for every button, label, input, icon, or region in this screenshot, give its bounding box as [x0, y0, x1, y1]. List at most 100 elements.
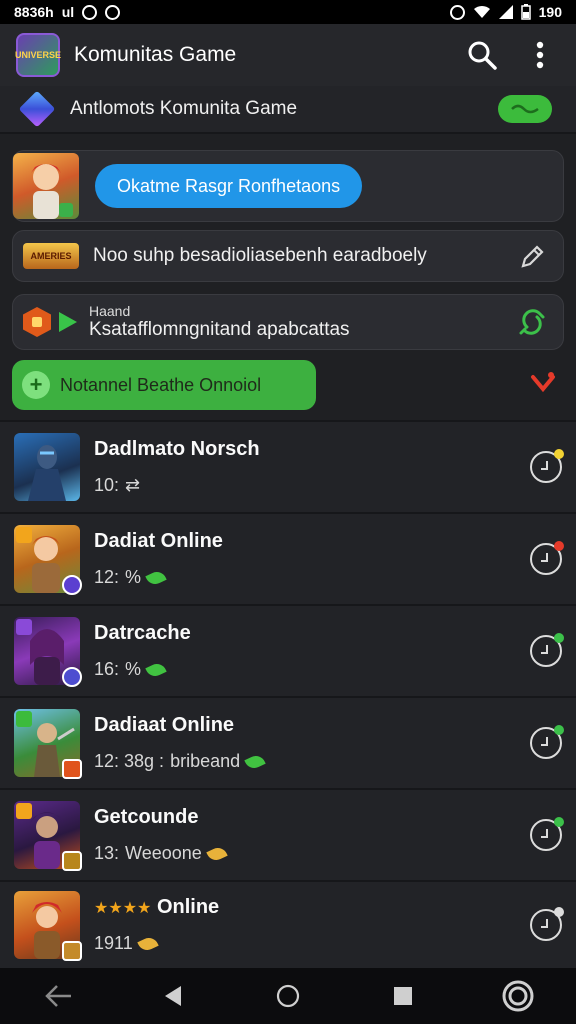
status-right: 190	[449, 4, 562, 20]
alarm-icon	[449, 4, 465, 20]
recents-icon	[394, 987, 413, 1005]
link-icon[interactable]	[517, 307, 547, 337]
activity-card[interactable]: Haand Ksatafflomngnitand apabcattas	[12, 294, 564, 350]
list-item-title: Dadiat Online	[94, 530, 223, 552]
battery-level: 190	[538, 4, 562, 20]
game-avatar	[13, 153, 79, 219]
notification-card[interactable]: AMERIES Noo suhp besadioliasebenh earadb…	[12, 230, 564, 282]
leaf-icon	[145, 660, 167, 679]
clock-icon[interactable]	[530, 907, 564, 941]
edit-icon[interactable]	[519, 242, 547, 270]
list-item-extra: bribeand	[170, 751, 241, 771]
more-options-button[interactable]	[520, 35, 560, 75]
more-vert-icon	[536, 41, 544, 69]
home-icon	[276, 984, 300, 1008]
leaf-icon	[206, 844, 228, 863]
list-item-time: 1911	[94, 933, 133, 953]
status-time: 8836h	[14, 4, 54, 20]
game-thumbnail	[14, 433, 80, 501]
system-nav-bar	[0, 968, 576, 1024]
status-dot	[554, 449, 564, 459]
game-thumbnail	[14, 709, 82, 779]
clock-icon[interactable]	[530, 817, 564, 851]
back-button[interactable]	[151, 974, 195, 1018]
shuffle-icon: ⇄	[125, 475, 141, 495]
list-item[interactable]: Dadiat Online 12: %	[0, 512, 576, 604]
list-item-text: Dadiat Online 12: %	[94, 530, 530, 588]
list-item-time: 12:	[94, 567, 120, 587]
back-arrow-icon	[44, 985, 71, 1007]
list-item-subtitle: 1911	[94, 933, 530, 954]
clock-icon[interactable]	[530, 633, 564, 667]
hexagon-badge-icon	[23, 307, 51, 337]
back-arrow-button[interactable]	[36, 974, 80, 1018]
list-item-subtitle: 13: Weeoone	[94, 843, 530, 864]
list-item[interactable]: Dadlmato Norsch 10: ⇄	[0, 420, 576, 512]
battery-icon	[520, 4, 531, 20]
list-item-subtitle: 12: 38g : bribeand	[94, 751, 530, 772]
status-dot	[554, 907, 564, 917]
platform-badge-icon	[62, 575, 82, 595]
platform-badge-icon	[62, 759, 82, 779]
corner-badge-icon	[16, 803, 32, 819]
app-logo-text: UNIVERSE	[15, 50, 62, 60]
percent-icon: %	[125, 567, 142, 587]
corner-badge-icon	[16, 527, 32, 543]
status-left: 8836h ul	[14, 4, 121, 20]
clock-icon[interactable]	[530, 449, 564, 483]
platform-badge-icon	[62, 851, 82, 871]
status-dot	[554, 725, 564, 735]
arrow-right-icon	[59, 312, 77, 332]
platform-badge-icon	[62, 941, 82, 961]
platform-badge-icon	[62, 667, 82, 687]
leaf-icon	[145, 568, 167, 587]
list-item-time: 16:	[94, 659, 120, 679]
recents-button[interactable]	[381, 974, 425, 1018]
clock-icon[interactable]	[530, 725, 564, 759]
notification-text: Noo suhp besadioliasebenh earadboely	[93, 245, 427, 266]
list-item-time: 10:	[94, 475, 120, 495]
diamond-icon	[18, 90, 56, 128]
clock-icon[interactable]	[530, 541, 564, 575]
list-item-text: Dadlmato Norsch 10: ⇄	[94, 438, 530, 496]
community-header[interactable]: Antlomots Komunita Game	[0, 86, 576, 134]
chat-bubble-icon[interactable]	[498, 95, 552, 123]
primary-action-button[interactable]: Okatme Rasgr Ronfhetaons	[95, 164, 363, 208]
app-logo: UNIVERSE	[15, 33, 62, 77]
signal-icon	[498, 5, 513, 19]
list-item-text: Getcounde 13: Weeoone	[94, 806, 530, 864]
assistant-icon	[502, 980, 534, 1012]
app-bar: UNIVERSE Komunitas Game	[0, 24, 576, 86]
list-item-title: Dadlmato Norsch	[94, 438, 260, 460]
assistant-button[interactable]	[496, 974, 540, 1018]
featured-card[interactable]: Okatme Rasgr Ronfhetaons	[12, 150, 564, 222]
create-channel-button[interactable]: + Notannel Beathe Onnoiol	[12, 360, 316, 410]
search-button[interactable]	[462, 35, 502, 75]
rating-stars-icon: ★★★★	[94, 900, 152, 917]
list-item-text: ★★★★ Online 1911	[94, 896, 530, 954]
plus-icon: +	[22, 371, 50, 399]
game-banner-badge: AMERIES	[23, 243, 79, 269]
status-dot	[554, 817, 564, 827]
game-thumbnail	[14, 617, 82, 687]
page-title: Komunitas Game	[74, 43, 237, 66]
expand-chevron-icon[interactable]	[528, 368, 558, 398]
corner-badge-icon	[16, 711, 32, 727]
list-item[interactable]: Getcounde 13: Weeoone	[0, 788, 576, 880]
list-item[interactable]: Datrcache 16: %	[0, 604, 576, 696]
list-item[interactable]: Dadiaat Online 12: 38g : bribeand	[0, 696, 576, 788]
list-item-time: 12: 38g :	[94, 751, 165, 771]
list-item-text: Dadiaat Online 12: 38g : bribeand	[94, 714, 530, 772]
list-item-title-text: Online	[156, 896, 220, 918]
list-item-subtitle: 10: ⇄	[94, 475, 530, 496]
leaf-icon	[137, 934, 159, 953]
corner-badge-icon	[16, 619, 32, 635]
primary-action-label: Okatme Rasgr Ronfhetaons	[117, 175, 341, 196]
game-thumbnail	[14, 525, 82, 595]
back-icon	[164, 986, 181, 1006]
leaf-icon	[244, 752, 266, 771]
list-item-subtitle: 16: %	[94, 659, 530, 680]
home-button[interactable]	[266, 974, 310, 1018]
list-item[interactable]: ★★★★ Online 1911	[0, 880, 576, 968]
status-dot	[554, 633, 564, 643]
